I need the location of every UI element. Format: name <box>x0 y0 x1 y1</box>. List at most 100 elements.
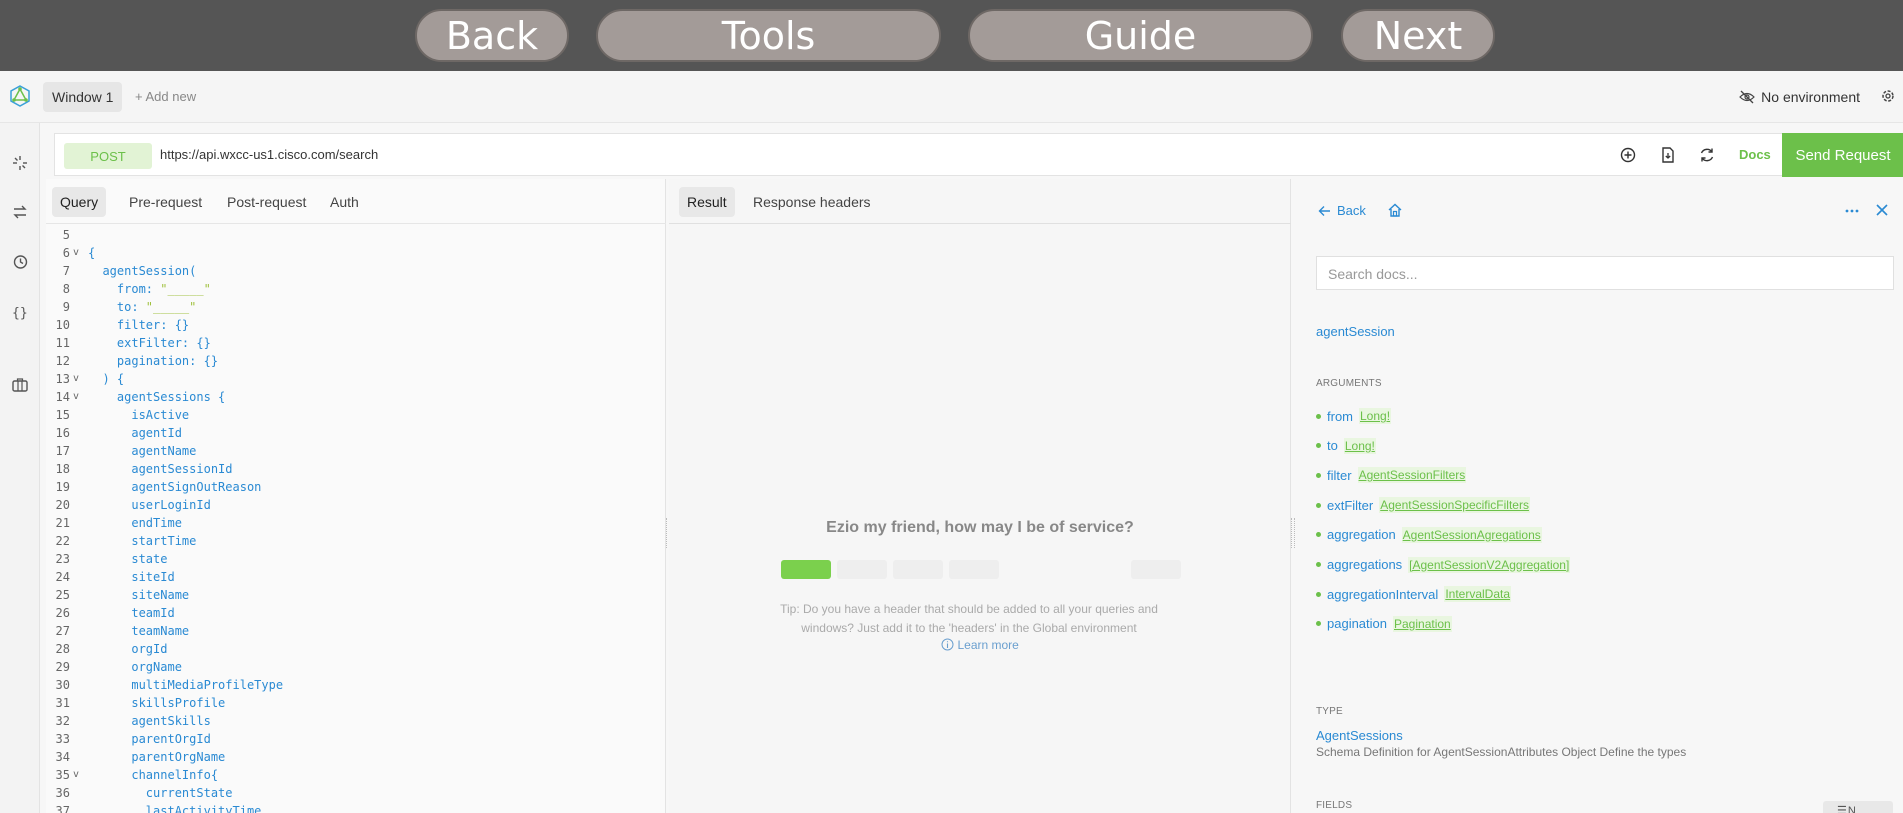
code-line: 33 parentOrgId <box>46 730 666 748</box>
line-number: 27 <box>55 624 70 638</box>
guide-nav-button[interactable]: Guide <box>968 9 1313 62</box>
history-icon[interactable] <box>11 253 29 271</box>
line-number: 11 <box>55 336 70 350</box>
docs-toggle-button[interactable]: Docs <box>1739 147 1771 162</box>
code-string: "_____" <box>160 282 211 296</box>
more-icon[interactable] <box>1844 204 1860 218</box>
window-tab[interactable]: Window 1 <box>43 82 123 112</box>
loading-bar <box>837 560 887 579</box>
loading-bar <box>1131 560 1181 579</box>
tab-query[interactable]: Query <box>52 187 107 217</box>
argument-item: aggregation AgentSessionAgregations <box>1316 526 1542 544</box>
method-selector[interactable]: POST <box>64 143 152 169</box>
code-token: skillsProfile <box>88 696 226 710</box>
type-link[interactable]: AgentSessions <box>1316 728 1403 743</box>
code-string: "_____" <box>145 300 197 314</box>
query-pane: Query Pre-request Post-request Auth 5 6 v{… <box>46 179 666 813</box>
fold-toggle-icon[interactable]: v <box>73 244 79 262</box>
docs-back-button[interactable]: Back <box>1318 203 1366 218</box>
code-line: 31 skillsProfile <box>46 694 666 712</box>
environment-selector[interactable]: No environment <box>1739 89 1860 105</box>
result-docs-splitter[interactable] <box>1291 518 1295 548</box>
code-line: 14 v agentSessions { <box>46 388 666 406</box>
tools-nav-button[interactable]: Tools <box>596 9 941 62</box>
code-text: agentSessionId <box>88 460 232 478</box>
argument-type-link[interactable]: AgentSessionFilters <box>1357 467 1467 484</box>
argument-type-link[interactable]: IntervalData <box>1444 586 1512 603</box>
code-token: extFilter: {} <box>88 336 211 350</box>
line-number: 8 <box>62 282 70 296</box>
code-line: 28 orgId <box>46 640 666 658</box>
app-logo-icon[interactable] <box>8 84 32 108</box>
fold-toggle-icon[interactable]: v <box>73 370 79 388</box>
briefcase-icon[interactable] <box>11 376 29 394</box>
line-number: 14 <box>55 390 70 404</box>
code-line: 37 lastActivityTime <box>46 802 666 813</box>
code-line: 8 from: "_____" <box>46 280 666 298</box>
learn-more-link[interactable]: Learn more <box>669 638 1291 652</box>
loader-icon[interactable] <box>11 154 29 172</box>
swap-icon[interactable] <box>11 203 29 221</box>
code-token: agentSessions { <box>88 390 226 404</box>
query-editor[interactable]: 5 6 v{7 agentSession(8 from: "_____" 9 to: … <box>46 224 666 813</box>
argument-name[interactable]: aggregationInterval <box>1327 587 1438 602</box>
bullet-icon <box>1316 443 1321 449</box>
docs-field-title[interactable]: agentSession <box>1316 324 1395 339</box>
code-text: orgId <box>88 640 167 658</box>
send-request-button[interactable]: Send Request <box>1782 133 1903 177</box>
fold-toggle-icon[interactable]: v <box>73 388 79 406</box>
code-text: pagination: {} <box>88 352 218 370</box>
argument-name[interactable]: filter <box>1327 468 1352 483</box>
fold-toggle-icon[interactable]: v <box>73 766 79 784</box>
home-icon[interactable] <box>1387 202 1403 218</box>
argument-name[interactable]: pagination <box>1327 616 1387 631</box>
line-number: 22 <box>55 534 70 548</box>
save-file-icon[interactable] <box>1659 146 1677 164</box>
code-line: 12 pagination: {} <box>46 352 666 370</box>
argument-type-link[interactable]: [AgentSessionV2Aggregation] <box>1408 556 1571 573</box>
tab-response-headers[interactable]: Response headers <box>745 187 879 217</box>
fields-sort-button[interactable]: ☰ N <box>1823 801 1893 813</box>
tab-post-request[interactable]: Post-request <box>219 187 314 217</box>
argument-name[interactable]: from <box>1327 409 1353 424</box>
next-nav-button[interactable]: Next <box>1341 9 1495 62</box>
code-token: isActive <box>88 408 190 422</box>
docs-search-input[interactable]: Search docs... <box>1316 256 1894 290</box>
code-line: 30 multiMediaProfileType <box>46 676 666 694</box>
code-line: 13 v ) { <box>46 370 666 388</box>
type-description: Schema Definition for AgentSessionAttrib… <box>1316 745 1687 759</box>
braces-icon[interactable]: {} <box>11 303 29 321</box>
tab-auth[interactable]: Auth <box>322 187 367 217</box>
request-bar: POST https://api.wxcc-us1.cisco.com/sear… <box>54 133 1903 177</box>
argument-item: filter AgentSessionFilters <box>1316 466 1467 484</box>
line-number: 10 <box>55 318 70 332</box>
line-number: 19 <box>55 480 70 494</box>
close-icon[interactable] <box>1875 203 1889 217</box>
result-tabs: Result Response headers <box>669 179 1291 224</box>
argument-type-link[interactable]: AgentSessionAgregations <box>1401 526 1542 543</box>
line-number: 17 <box>55 444 70 458</box>
loading-bar <box>949 560 999 579</box>
argument-name[interactable]: extFilter <box>1327 498 1373 513</box>
argument-name[interactable]: aggregation <box>1327 527 1396 542</box>
argument-type-link[interactable]: Pagination <box>1393 615 1452 632</box>
refresh-icon[interactable] <box>1698 146 1716 164</box>
argument-name[interactable]: to <box>1327 438 1338 453</box>
code-line: 35 v channelInfo{ <box>46 766 666 784</box>
code-text: parentOrgName <box>88 748 225 766</box>
add-new-tab-button[interactable]: + Add new <box>135 89 196 104</box>
tab-pre-request[interactable]: Pre-request <box>121 187 210 217</box>
code-line: 32 agentSkills <box>46 712 666 730</box>
line-number: 33 <box>55 732 70 746</box>
argument-type-link[interactable]: Long! <box>1359 408 1392 424</box>
add-circle-icon[interactable] <box>1619 146 1637 164</box>
url-input[interactable]: https://api.wxcc-us1.cisco.com/search <box>160 147 378 162</box>
gear-icon[interactable] <box>1879 87 1897 105</box>
code-line: 6 v { <box>46 244 666 262</box>
argument-type-link[interactable]: AgentSessionSpecificFilters <box>1379 497 1530 514</box>
argument-type-link[interactable]: Long! <box>1343 437 1376 454</box>
argument-name[interactable]: aggregations <box>1327 557 1402 572</box>
tab-result[interactable]: Result <box>679 187 735 217</box>
back-nav-button[interactable]: Back <box>415 9 569 62</box>
code-text: { <box>88 244 95 262</box>
